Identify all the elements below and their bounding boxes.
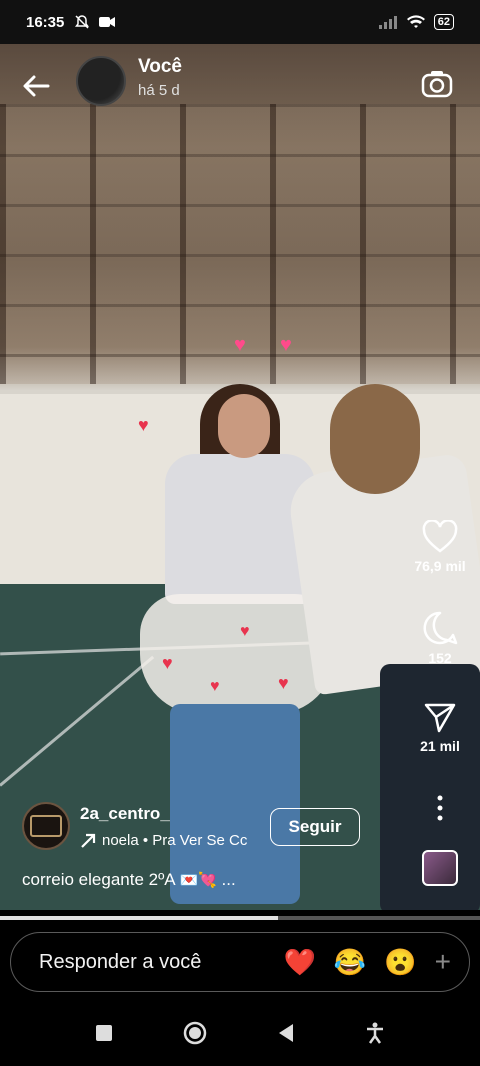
heart-headband-icon: ♥ xyxy=(234,334,246,356)
home-icon[interactable] xyxy=(183,1021,207,1045)
like-count: 76,9 mil xyxy=(414,558,466,574)
status-bar: 16:35 62 xyxy=(0,0,480,44)
recents-icon[interactable] xyxy=(95,1024,113,1042)
trending-arrow-icon xyxy=(81,833,96,848)
heart-icon[interactable] xyxy=(422,520,458,554)
back-icon[interactable] xyxy=(277,1023,295,1043)
back-arrow-icon[interactable] xyxy=(18,68,54,104)
avatar[interactable] xyxy=(76,56,126,106)
heart-headband-icon: ♥ xyxy=(280,334,292,356)
add-reaction-button[interactable]: + xyxy=(435,946,451,978)
heart-sticker-icon: ♥ xyxy=(138,415,149,435)
creator-avatar[interactable] xyxy=(22,802,70,850)
more-vertical-icon[interactable] xyxy=(436,795,444,821)
like-action[interactable]: 76,9 mil xyxy=(400,520,480,574)
caption-more[interactable]: ... xyxy=(222,870,236,889)
caption[interactable]: correio elegante 2ºA 💌💘 ... xyxy=(22,870,236,890)
audio-thumbnail[interactable] xyxy=(422,850,458,886)
comment-action[interactable]: 152 xyxy=(400,610,480,666)
wifi-icon xyxy=(406,15,425,28)
follow-button[interactable]: Seguir xyxy=(270,808,360,846)
progress-bar xyxy=(0,916,480,920)
post-time: há 5 d xyxy=(138,82,180,99)
status-time: 16:35 xyxy=(26,13,65,31)
audio-label: noela • Pra Ver Se Cc xyxy=(102,832,248,849)
quick-reaction-heart[interactable]: ❤️ xyxy=(284,947,316,978)
audio-attribution[interactable]: noela • Pra Ver Se Cc xyxy=(80,832,258,849)
mute-icon xyxy=(75,15,90,29)
system-navbar xyxy=(0,1000,480,1066)
comment-icon[interactable] xyxy=(422,610,458,646)
caption-text: correio elegante 2ºA xyxy=(22,870,175,889)
comment-count: 152 xyxy=(428,650,452,666)
share-count: 21 mil xyxy=(420,738,460,754)
quick-reactions: ❤️ 😂 😮 + xyxy=(284,946,451,978)
story-header: Você há 5 d xyxy=(0,52,480,116)
quick-reaction-laugh[interactable]: 😂 xyxy=(334,947,366,978)
creator-username[interactable]: 2a_centro_ xyxy=(80,804,170,824)
progress-fill xyxy=(0,916,279,920)
camera-icon[interactable] xyxy=(420,68,454,100)
battery-icon: 62 xyxy=(433,14,454,30)
story-video[interactable]: ♥ ♥ ♥ ♥ ♥ ♥ ♥ xyxy=(0,44,480,910)
caption-emojis: 💌💘 xyxy=(179,872,217,889)
video-icon xyxy=(99,17,116,27)
send-icon[interactable] xyxy=(423,700,457,734)
page-title[interactable]: Você xyxy=(138,56,182,78)
reply-placeholder: Responder a você xyxy=(39,950,202,973)
signal-icon xyxy=(378,16,397,29)
more-options[interactable] xyxy=(400,795,480,821)
share-action[interactable]: 21 mil xyxy=(400,700,480,754)
reply-input[interactable]: Responder a você ❤️ 😂 😮 + xyxy=(10,932,470,992)
quick-reaction-wow[interactable]: 😮 xyxy=(384,947,416,978)
accessibility-icon[interactable] xyxy=(365,1022,385,1044)
